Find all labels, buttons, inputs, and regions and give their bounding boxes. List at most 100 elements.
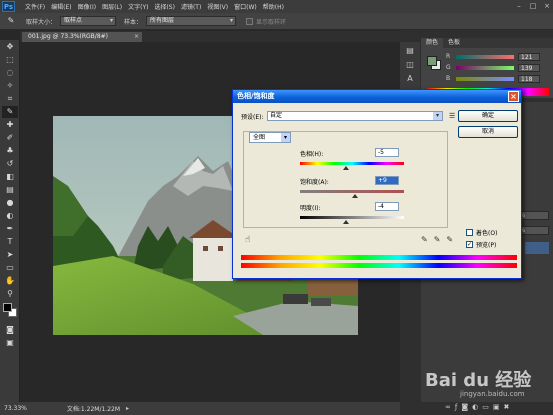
saturation-slider-knob[interactable] (352, 194, 358, 198)
adjustment-icon[interactable]: ◐ (472, 403, 478, 411)
foreground-color-swatch[interactable] (3, 303, 12, 312)
menu-edit[interactable]: 编辑(E) (51, 2, 71, 11)
menu-type[interactable]: 文字(Y) (128, 2, 148, 11)
document-tab[interactable]: 001.jpg @ 73.3%(RGB/8#) × (22, 32, 142, 42)
minimize-button[interactable]: – (515, 2, 523, 10)
blue-slider[interactable] (456, 76, 514, 81)
document-tab-title: 001.jpg @ 73.3%(RGB/8#) (28, 33, 109, 40)
hue-input[interactable]: -5 (375, 148, 399, 157)
hue-slider-track[interactable] (300, 162, 404, 165)
hue-reference-bar (241, 255, 517, 260)
blur-tool-icon[interactable]: ● (2, 197, 18, 209)
crop-tool-icon[interactable]: ⌗ (2, 93, 18, 105)
color-swatches[interactable] (0, 301, 20, 323)
zoom-level[interactable]: 73.33% (4, 405, 27, 412)
panel-foreground-swatch[interactable] (427, 56, 437, 66)
link-icon[interactable]: ∞ (445, 403, 451, 411)
healing-tool-icon[interactable]: ✚ (2, 119, 18, 131)
properties-panel-icon[interactable]: ◫ (403, 59, 417, 70)
selected-layer-highlight[interactable] (525, 242, 549, 254)
quick-mask-icon[interactable]: ◙ (2, 324, 18, 336)
sample-size-select[interactable]: 取样点 (60, 16, 117, 26)
ok-button[interactable]: 确定 (458, 110, 518, 122)
move-tool-icon[interactable]: ✥ (2, 41, 18, 53)
eraser-tool-icon[interactable]: ◧ (2, 171, 18, 183)
chevron-down-icon[interactable]: ▾ (433, 112, 442, 120)
hue-slider-knob[interactable] (343, 166, 349, 170)
menu-select[interactable]: 选择(S) (154, 2, 175, 11)
screen-mode-icon[interactable]: ▣ (2, 337, 18, 349)
dialog-close-button[interactable]: × (508, 91, 519, 102)
quick-select-tool-icon[interactable]: ✧ (2, 80, 18, 92)
new-layer-icon[interactable]: ▣ (493, 403, 500, 411)
options-bar: ✎ 取样大小： 取样点 样本： 所有图层 显示取样环 (0, 13, 553, 30)
red-slider[interactable] (456, 54, 514, 59)
menu-window[interactable]: 窗口(W) (234, 2, 257, 11)
red-value-input[interactable]: 121 (518, 52, 540, 61)
red-label: R (446, 53, 451, 60)
menu-filter[interactable]: 滤镜(T) (181, 2, 201, 11)
type-tool-icon[interactable]: T (2, 236, 18, 248)
brush-tool-icon[interactable]: ✐ (2, 132, 18, 144)
saturation-label: 饱和度(A): (300, 179, 329, 186)
pen-tool-icon[interactable]: ✒ (2, 223, 18, 235)
maximize-button[interactable]: □ (529, 2, 537, 10)
menu-view[interactable]: 视图(V) (207, 2, 228, 11)
hand-tool-icon[interactable]: ✋ (2, 275, 18, 287)
mask-icon[interactable]: ◙ (461, 403, 468, 411)
toolbox: ✥ ⬚ ◌ ✧ ⌗ ✎ ✚ ✐ ♣ ↺ ◧ ▤ ● ◐ ✒ T ➤ ▭ ✋ ⚲ … (0, 40, 20, 402)
lasso-tool-icon[interactable]: ◌ (2, 67, 18, 79)
menu-image[interactable]: 图像(I) (78, 2, 96, 11)
menu-help[interactable]: 帮助(H) (263, 2, 284, 11)
green-value-input[interactable]: 139 (518, 63, 540, 72)
character-panel-icon[interactable]: A (403, 73, 417, 84)
menu-file[interactable]: 文件(F) (25, 2, 45, 11)
tab-swatches[interactable]: 色板 (443, 38, 465, 48)
channel-value: 全图 (253, 134, 266, 141)
path-select-tool-icon[interactable]: ➤ (2, 249, 18, 261)
stamp-tool-icon[interactable]: ♣ (2, 145, 18, 157)
history-brush-icon[interactable]: ↺ (2, 158, 18, 170)
eyedropper-icon[interactable]: ✎ (421, 235, 428, 244)
menu-layer[interactable]: 图层(L) (102, 2, 122, 11)
status-menu-arrow-icon[interactable]: ▸ (126, 405, 129, 412)
close-window-button[interactable]: × (543, 2, 551, 10)
zoom-tool-icon[interactable]: ⚲ (2, 288, 18, 300)
baidu-watermark: Bai du 经验 (425, 370, 532, 391)
eyedropper-tool-icon[interactable]: ✎ (2, 106, 18, 118)
gradient-tool-icon[interactable]: ▤ (2, 184, 18, 196)
saturation-slider-track[interactable] (300, 190, 404, 193)
lightness-slider-track[interactable] (300, 216, 404, 219)
dialog-title-bar[interactable]: 色相/饱和度 × (233, 90, 521, 103)
preview-checkbox[interactable]: ✓ (466, 241, 473, 248)
lightness-input[interactable]: -4 (375, 202, 399, 211)
cancel-button[interactable]: 取消 (458, 126, 518, 138)
folder-icon[interactable]: ▭ (482, 403, 489, 411)
tab-color[interactable]: 颜色 (421, 38, 444, 48)
hand-adjust-icon[interactable]: ☝ (245, 235, 250, 245)
channel-chevron-down-icon[interactable]: ▾ (281, 133, 290, 142)
preset-label: 预设(E): (241, 113, 264, 121)
preset-options-icon[interactable]: ☰ (449, 112, 455, 120)
dodge-tool-icon[interactable]: ◐ (2, 210, 18, 222)
eyedropper-plus-icon[interactable]: ✎ (434, 235, 441, 244)
fx-icon[interactable]: ƒ (455, 403, 457, 411)
lightness-slider-knob[interactable] (343, 220, 349, 224)
close-tab-icon[interactable]: × (134, 32, 139, 42)
sample-size-label: 取样大小： (26, 18, 57, 26)
eyedropper-minus-icon[interactable]: ✎ (446, 235, 453, 244)
sample-select[interactable]: 所有图层 (146, 16, 237, 26)
history-panel-icon[interactable]: ▤ (403, 45, 417, 56)
marquee-tool-icon[interactable]: ⬚ (2, 54, 18, 66)
preset-select[interactable]: 自定 ▾ (267, 111, 443, 121)
eyedropper-icon[interactable]: ✎ (4, 15, 18, 27)
shape-tool-icon[interactable]: ▭ (2, 262, 18, 274)
document-info: 文档:1.22M/1.22M (66, 406, 121, 413)
colorize-checkbox[interactable] (466, 229, 473, 236)
show-ring-checkbox[interactable] (246, 17, 254, 25)
blue-value-input[interactable]: 118 (518, 74, 540, 83)
saturation-input[interactable]: +9 (375, 176, 399, 185)
channel-select[interactable]: 全图 ▾ (249, 132, 291, 143)
trash-icon[interactable]: ✖ (503, 403, 509, 411)
green-slider[interactable] (456, 65, 514, 70)
